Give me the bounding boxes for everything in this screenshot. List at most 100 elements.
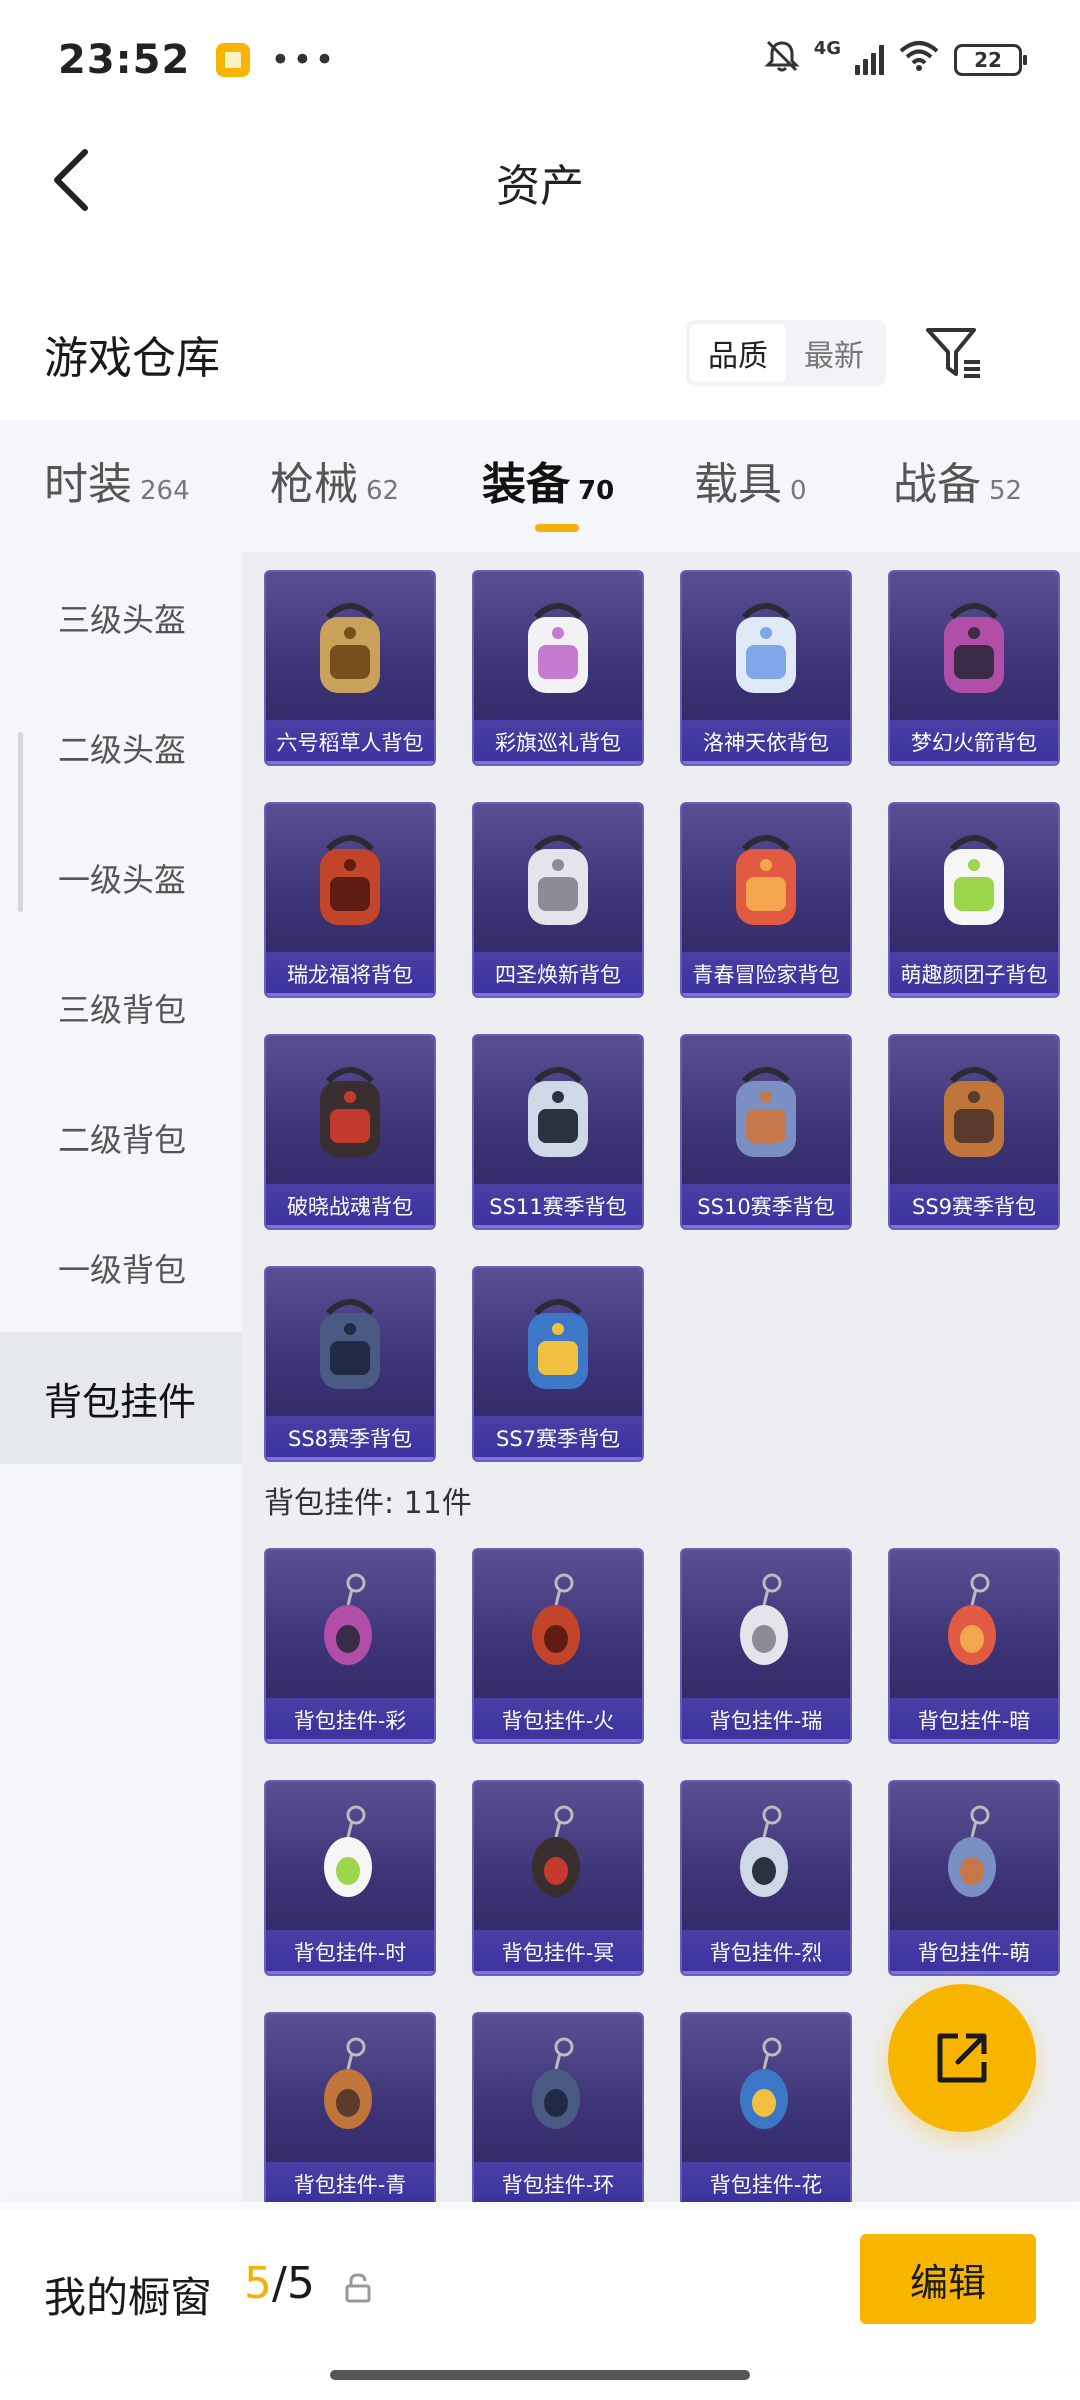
filter-icon xyxy=(926,328,980,378)
backpack-name: 梦幻火箭背包 xyxy=(890,720,1058,764)
pendant-card[interactable]: 背包挂件-暗 xyxy=(888,1548,1060,1744)
lock-icon xyxy=(345,2273,371,2303)
showcase-bar: 我的橱窗 5/5 编辑 xyxy=(0,2210,1080,2370)
pendant-name: 背包挂件-青 xyxy=(266,2162,434,2202)
backpack-name-text: 破晓战魂背包 xyxy=(287,1195,413,1219)
backpack-name: 洛神天依背包 xyxy=(682,720,850,764)
backpack-card[interactable]: SS10赛季背包 xyxy=(680,1034,852,1230)
tianyi-backpack-icon xyxy=(682,572,850,722)
sidebar-scrollbar[interactable] xyxy=(18,732,23,912)
pendant-card[interactable]: 背包挂件-青 xyxy=(264,2012,436,2202)
backpack-name-text: SS8赛季背包 xyxy=(287,1427,413,1451)
pendant-name-text: 背包挂件-火 xyxy=(501,1709,615,1733)
lion-charm-icon xyxy=(682,1782,850,1932)
pendant-name-text: 背包挂件-花 xyxy=(709,2173,823,2197)
backpack-card[interactable]: SS9赛季背包 xyxy=(888,1034,1060,1230)
pendant-name: 背包挂件-彩 xyxy=(266,1698,434,1742)
sidebar-item-helmet-3[interactable]: 三级头盔 xyxy=(0,552,242,684)
tab-count: 0 xyxy=(790,476,807,506)
pendant-name-text: 背包挂件-时 xyxy=(293,1941,407,1965)
sidebar-item-backpack-pendant[interactable]: 背包挂件 xyxy=(0,1332,242,1464)
backpack-card[interactable]: 破晓战魂背包 xyxy=(264,1034,436,1230)
backpack-name-text: 梦幻火箭背包 xyxy=(911,731,1037,755)
backpack-card[interactable]: 青春冒险家背包 xyxy=(680,802,852,998)
sort-quality-button[interactable]: 品质 xyxy=(690,324,786,382)
pendant-card[interactable]: 背包挂件-瑞 xyxy=(680,1548,852,1744)
backpack-card[interactable]: SS11赛季背包 xyxy=(472,1034,644,1230)
omamori-charm-icon xyxy=(682,2014,850,2164)
pendant-name: 背包挂件-环 xyxy=(474,2162,642,2202)
pendant-name-text: 背包挂件-冥 xyxy=(501,1941,615,1965)
item-content-area: 六号稻草人背包 彩旗巡礼背包 洛神天依背包 梦幻火箭背包瑞龙福将背包 四圣焕新背包 青春冒… xyxy=(242,552,1080,2202)
tab-equipment[interactable]: 装备 70 xyxy=(482,448,614,512)
pendant-name-text: 背包挂件-瑞 xyxy=(709,1709,823,1733)
section-title: 游戏仓库 xyxy=(44,333,220,384)
ss11-backpack-icon xyxy=(474,1036,642,1186)
backpack-grid: 六号稻草人背包 彩旗巡礼背包 洛神天依背包 梦幻火箭背包瑞龙福将背包 四圣焕新背包 青春冒… xyxy=(264,570,1060,1462)
backpack-name-text: 洛神天依背包 xyxy=(703,731,829,755)
sidebar-item-helmet-1[interactable]: 一级头盔 xyxy=(0,812,242,944)
backpack-name: 破晓战魂背包 xyxy=(266,1184,434,1228)
backpack-name-text: 四圣焕新背包 xyxy=(495,963,621,987)
showcase-label: 我的橱窗 xyxy=(44,2273,213,2322)
sort-newest-button[interactable]: 最新 xyxy=(786,324,882,382)
backpack-name-text: 六号稻草人背包 xyxy=(276,731,424,755)
tab-label: 装备 xyxy=(482,459,570,510)
pendant-card[interactable]: 背包挂件-火 xyxy=(472,1548,644,1744)
backpack-name: 彩旗巡礼背包 xyxy=(474,720,642,764)
sidebar-item-helmet-2[interactable]: 二级头盔 xyxy=(0,682,242,814)
backpack-card[interactable]: 六号稻草人背包 xyxy=(264,570,436,766)
filter-button[interactable] xyxy=(920,318,990,388)
page-title: 资产 xyxy=(496,161,584,212)
pendant-card[interactable]: 背包挂件-萌 xyxy=(888,1780,1060,1976)
showcase-count: 5/5 xyxy=(244,2258,315,2309)
key-charm-icon xyxy=(682,1550,850,1700)
backpack-name: SS10赛季背包 xyxy=(682,1184,850,1228)
pendant-group-heading: 背包挂件: 11件 xyxy=(264,1486,472,1521)
more-notifications-icon: ••• xyxy=(270,40,337,80)
backpack-card[interactable]: 彩旗巡礼背包 xyxy=(472,570,644,766)
pendant-card[interactable]: 背包挂件-环 xyxy=(472,2012,644,2202)
backpack-card[interactable]: 梦幻火箭背包 xyxy=(888,570,1060,766)
showcase-current: 5 xyxy=(244,2258,272,2309)
pendant-name-text: 背包挂件-烈 xyxy=(709,1941,823,1965)
sidebar-item-backpack-3[interactable]: 三级背包 xyxy=(0,942,242,1074)
backpack-card[interactable]: 瑞龙福将背包 xyxy=(264,802,436,998)
pendant-name: 背包挂件-烈 xyxy=(682,1930,850,1974)
share-button[interactable] xyxy=(888,1984,1036,2132)
pendant-name: 背包挂件-火 xyxy=(474,1698,642,1742)
category-tabs: 时装 264 枪械 62 装备 70 载具 0 战备 52 xyxy=(0,420,1080,552)
pendant-card[interactable]: 背包挂件-烈 xyxy=(680,1780,852,1976)
backpack-card[interactable]: SS8赛季背包 xyxy=(264,1266,436,1462)
battery-indicator: 22 xyxy=(954,44,1027,76)
edit-button[interactable]: 编辑 xyxy=(860,2234,1036,2324)
sidebar-item-backpack-2[interactable]: 二级背包 xyxy=(0,1072,242,1204)
status-time: 23:52 xyxy=(58,37,191,83)
backpack-card[interactable]: SS7赛季背包 xyxy=(472,1266,644,1462)
tab-supplies[interactable]: 战备 52 xyxy=(893,448,1022,512)
pendant-card[interactable]: 背包挂件-花 xyxy=(680,2012,852,2202)
mute-icon xyxy=(764,39,800,81)
pendant-card[interactable]: 背包挂件-彩 xyxy=(264,1548,436,1744)
tab-label: 枪械 xyxy=(270,459,358,510)
tab-vehicles[interactable]: 载具 0 xyxy=(694,448,807,512)
backpack-name: 瑞龙福将背包 xyxy=(266,952,434,996)
home-indicator[interactable] xyxy=(330,2370,750,2380)
backpack-card[interactable]: 洛神天依背包 xyxy=(680,570,852,766)
bunny-charm-icon xyxy=(890,1550,1058,1700)
pendant-name-text: 背包挂件-暗 xyxy=(917,1709,1031,1733)
tab-count: 70 xyxy=(578,476,615,506)
tab-label: 时装 xyxy=(44,459,132,510)
sidebar-item-backpack-1[interactable]: 一级背包 xyxy=(0,1202,242,1334)
crown-charm-icon xyxy=(266,1782,434,1932)
pendant-name-text: 背包挂件-青 xyxy=(293,2173,407,2197)
pendant-name-text: 背包挂件-环 xyxy=(501,2173,615,2197)
ss8-backpack-icon xyxy=(266,1268,434,1418)
pendant-card[interactable]: 背包挂件-冥 xyxy=(472,1780,644,1976)
backpack-card[interactable]: 四圣焕新背包 xyxy=(472,802,644,998)
backpack-card[interactable]: 萌趣颜团子背包 xyxy=(888,802,1060,998)
backpack-name: SS7赛季背包 xyxy=(474,1416,642,1460)
tab-firearms[interactable]: 枪械 62 xyxy=(270,448,399,512)
tab-fashion[interactable]: 时装 264 xyxy=(44,448,190,512)
pendant-card[interactable]: 背包挂件-时 xyxy=(264,1780,436,1976)
